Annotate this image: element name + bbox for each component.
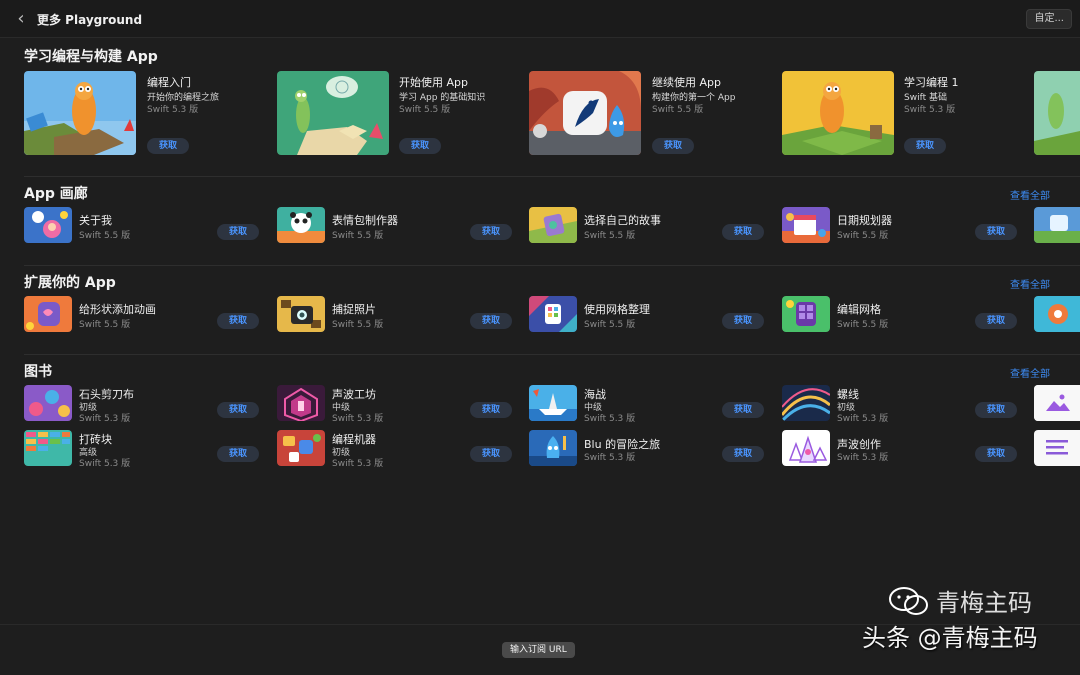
extend-version-3: Swift 5.5 版 xyxy=(584,320,636,330)
learn-title-3: 继续使用 App xyxy=(652,76,721,89)
get-button[interactable]: 获取 xyxy=(399,138,441,154)
learn-version-4: Swift 5.3 版 xyxy=(904,105,956,115)
book-version-5: Swift 5.3 版 xyxy=(79,459,131,469)
get-button[interactable]: 获取 xyxy=(975,446,1017,462)
extend-version-1: Swift 5.5 版 xyxy=(79,320,131,330)
gallery-thumb-4[interactable] xyxy=(782,207,830,243)
watermark-top-text: 青梅主码 xyxy=(936,589,1032,617)
book-version-2: Swift 5.3 版 xyxy=(332,414,384,424)
book-thumb-2[interactable] xyxy=(277,385,325,421)
book-thumb-9-partial[interactable] xyxy=(1034,430,1080,466)
extend-title-2: 捕捉照片 xyxy=(332,303,376,316)
section-title-books: 图书 xyxy=(24,364,52,380)
get-button[interactable]: 获取 xyxy=(722,446,764,462)
get-button[interactable]: 获取 xyxy=(217,446,259,462)
section-title-gallery: App 画廊 xyxy=(24,186,88,202)
learn-thumb-4[interactable] xyxy=(782,71,894,155)
learn-title-1: 编程入门 xyxy=(147,76,191,89)
wechat-icon xyxy=(889,587,928,615)
book-version-4: Swift 5.3 版 xyxy=(837,414,889,424)
gallery-title-1: 关于我 xyxy=(79,214,112,227)
gallery-thumb-5-partial[interactable] xyxy=(1034,207,1080,243)
book-thumb-5-partial[interactable] xyxy=(1034,385,1080,421)
get-button[interactable]: 获取 xyxy=(470,313,512,329)
extend-title-1: 给形状添加动画 xyxy=(79,303,156,316)
window-title: 更多 Playground xyxy=(37,13,143,27)
extend-thumb-2[interactable] xyxy=(277,296,325,332)
book-thumb-4[interactable] xyxy=(782,385,830,421)
extend-title-4: 编辑网格 xyxy=(837,303,881,316)
get-button[interactable]: 获取 xyxy=(147,138,189,154)
learn-version-1: Swift 5.3 版 xyxy=(147,105,199,115)
learn-thumb-2[interactable] xyxy=(277,71,389,155)
see-all-link-books[interactable]: 查看全部 xyxy=(1010,365,1050,380)
get-button[interactable]: 获取 xyxy=(722,224,764,240)
book-version-6: Swift 5.3 版 xyxy=(332,459,384,469)
gallery-thumb-1[interactable] xyxy=(24,207,72,243)
get-button[interactable]: 获取 xyxy=(975,313,1017,329)
learn-thumb-1[interactable] xyxy=(24,71,136,155)
see-all-link-gallery[interactable]: 查看全部 xyxy=(1010,187,1050,202)
extend-thumb-3[interactable] xyxy=(529,296,577,332)
get-button[interactable]: 获取 xyxy=(217,402,259,418)
get-button[interactable]: 获取 xyxy=(217,224,259,240)
extend-version-2: Swift 5.5 版 xyxy=(332,320,384,330)
gallery-version-3: Swift 5.5 版 xyxy=(584,231,636,241)
gallery-title-4: 日期规划器 xyxy=(837,214,892,227)
learn-title-4: 学习编程 1 xyxy=(904,76,959,89)
watermark-text: 头条 @青梅主码 xyxy=(862,624,1038,652)
see-all-link-extend[interactable]: 查看全部 xyxy=(1010,276,1050,291)
chevron-left-icon[interactable]: ‹ xyxy=(12,9,30,29)
gallery-version-2: Swift 5.5 版 xyxy=(332,231,384,241)
get-button[interactable]: 获取 xyxy=(470,446,512,462)
learn-title-2: 开始使用 App xyxy=(399,76,468,89)
get-button[interactable]: 获取 xyxy=(470,402,512,418)
gallery-version-4: Swift 5.5 版 xyxy=(837,231,889,241)
get-button[interactable]: 获取 xyxy=(904,138,946,154)
subscribe-url-button[interactable]: 输入订阅 URL xyxy=(502,642,575,658)
get-button[interactable]: 获取 xyxy=(722,313,764,329)
extend-thumb-1[interactable] xyxy=(24,296,72,332)
book-thumb-5[interactable] xyxy=(24,430,72,466)
gallery-thumb-2[interactable] xyxy=(277,207,325,243)
gallery-thumb-3[interactable] xyxy=(529,207,577,243)
section-divider xyxy=(24,354,1080,355)
section-divider xyxy=(24,176,1080,177)
gallery-title-2: 表情包制作器 xyxy=(332,214,398,227)
book-thumb-3[interactable] xyxy=(529,385,577,421)
book-version-1: Swift 5.3 版 xyxy=(79,414,131,424)
get-button[interactable]: 获取 xyxy=(652,138,694,154)
learn-thumb-3[interactable] xyxy=(529,71,641,155)
get-button[interactable]: 获取 xyxy=(722,402,764,418)
book-thumb-6[interactable] xyxy=(277,430,325,466)
book-version-3: Swift 5.3 版 xyxy=(584,414,636,424)
extend-thumb-4[interactable] xyxy=(782,296,830,332)
get-button[interactable]: 获取 xyxy=(470,224,512,240)
section-title-extend: 扩展你的 App xyxy=(24,275,116,291)
learn-thumb-5-partial[interactable] xyxy=(1034,71,1080,155)
title-bar: ‹ 更多 Playground 自定... xyxy=(0,0,1080,38)
get-button[interactable]: 获取 xyxy=(975,224,1017,240)
learn-version-3: Swift 5.5 版 xyxy=(652,105,704,115)
section-divider xyxy=(24,265,1080,266)
get-button[interactable]: 获取 xyxy=(975,402,1017,418)
customize-button[interactable]: 自定... xyxy=(1026,9,1072,29)
book-thumb-1[interactable] xyxy=(24,385,72,421)
gallery-title-3: 选择自己的故事 xyxy=(584,214,661,227)
extend-version-4: Swift 5.5 版 xyxy=(837,320,889,330)
section-title-learn: 学习编程与构建 App xyxy=(24,49,158,65)
book-version-7: Swift 5.3 版 xyxy=(584,453,636,463)
extend-thumb-5-partial[interactable] xyxy=(1034,296,1080,332)
book-version-8: Swift 5.3 版 xyxy=(837,453,889,463)
learn-version-2: Swift 5.5 版 xyxy=(399,105,451,115)
get-button[interactable]: 获取 xyxy=(217,313,259,329)
gallery-version-1: Swift 5.5 版 xyxy=(79,231,131,241)
extend-title-3: 使用网格整理 xyxy=(584,303,650,316)
book-thumb-7[interactable] xyxy=(529,430,577,466)
book-thumb-8[interactable] xyxy=(782,430,830,466)
